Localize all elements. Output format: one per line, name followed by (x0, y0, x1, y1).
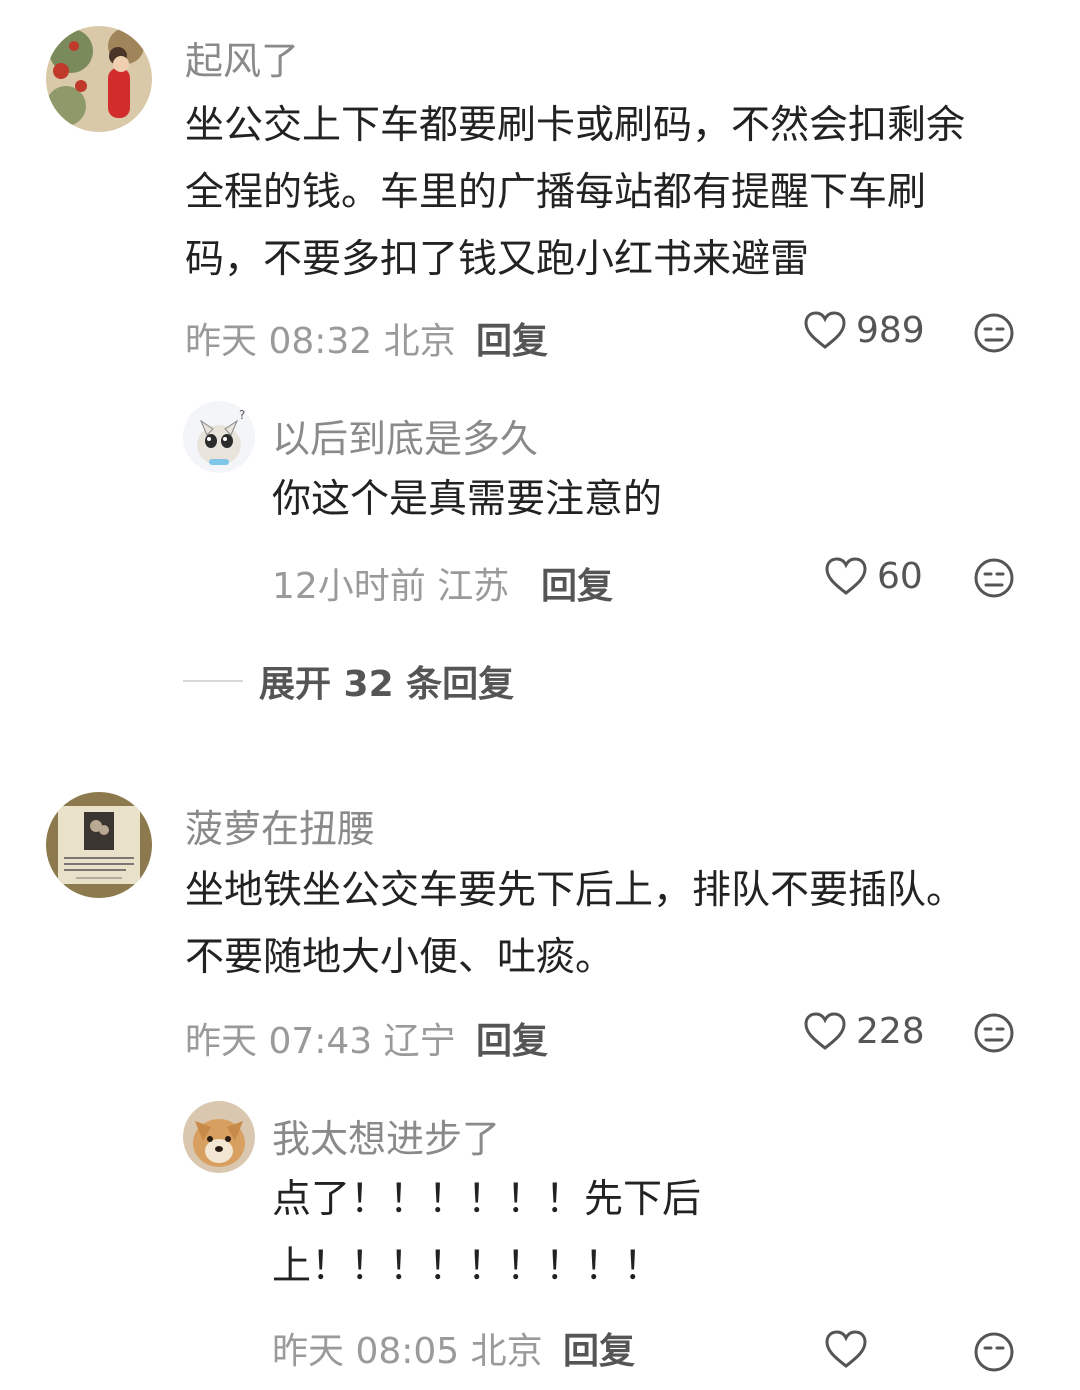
like-count: 228 (856, 1011, 925, 1052)
svg-text:?: ? (239, 408, 245, 422)
comment-text-line: 全程的钱。车里的广播每站都有提醒下车刷 (185, 170, 927, 215)
heart-outline-icon (825, 1330, 867, 1368)
divider (183, 680, 243, 682)
dislike-button[interactable] (974, 1013, 1014, 1057)
dislike-button[interactable] (974, 313, 1014, 357)
reply-button[interactable]: 回复 (541, 557, 613, 609)
dislike-button[interactable] (974, 1332, 1014, 1376)
comment-text-line: 码，不要多扣了钱又跑小红书来避雷 (185, 237, 810, 282)
like-button[interactable] (825, 1330, 867, 1370)
avatar[interactable] (183, 1101, 255, 1173)
neutral-face-icon (974, 1332, 1014, 1372)
like-button[interactable]: 989 (804, 310, 925, 351)
reply-button[interactable]: 回复 (476, 1012, 548, 1064)
heart-outline-icon (825, 556, 867, 595)
comment-meta: 12小时前 江苏 (272, 566, 510, 607)
comment-meta: 昨天 08:32 北京 (185, 321, 456, 362)
neutral-face-icon (974, 558, 1014, 598)
comment-text-line: 上！！！！！！！！！ (272, 1244, 663, 1289)
expand-replies-label: 展开 32 条回复 (259, 664, 515, 705)
heart-outline-icon (804, 1011, 846, 1050)
heart-outline-icon (804, 310, 846, 349)
comment-text: 坐公交上下车都要刷卡或刷码，不然会扣剩余 全程的钱。车里的广播每站都有提醒下车刷… (185, 92, 965, 293)
comment-text-line: 点了！！！！！！先下后 (272, 1177, 702, 1222)
dislike-button[interactable] (974, 558, 1014, 602)
comment-meta: 昨天 08:05 北京 (272, 1331, 543, 1372)
comment-text-line: 坐地铁坐公交车要先下后上，排队不要插队。 (185, 868, 966, 913)
username[interactable]: 起风了 (185, 30, 299, 85)
reply-button[interactable]: 回复 (563, 1322, 635, 1374)
username[interactable]: 我太想进步了 (272, 1108, 500, 1163)
like-button[interactable]: 228 (804, 1011, 925, 1052)
reply-button[interactable]: 回复 (476, 312, 548, 364)
like-count: 60 (877, 556, 923, 597)
username[interactable]: 以后到底是多久 (272, 408, 538, 463)
comment-text-line: 你这个是真需要注意的 (272, 477, 663, 522)
comment-text: 点了！！！！！！先下后 上！！！！！！！！！ (272, 1166, 701, 1300)
comment-text-line: 不要随地大小便、吐痰。 (185, 935, 615, 980)
avatar[interactable] (46, 792, 152, 898)
neutral-face-icon (974, 1013, 1014, 1053)
comment-text: 坐地铁坐公交车要先下后上，排队不要插队。 不要随地大小便、吐痰。 (185, 857, 965, 991)
avatar[interactable] (46, 26, 152, 132)
like-count: 989 (856, 310, 925, 351)
comment-text: 你这个是真需要注意的 (272, 466, 662, 533)
comment-meta: 昨天 07:43 辽宁 (185, 1021, 456, 1062)
comment-text-line: 坐公交上下车都要刷卡或刷码，不然会扣剩余 (185, 103, 966, 148)
neutral-face-icon (974, 313, 1014, 353)
like-button[interactable]: 60 (825, 556, 923, 597)
expand-replies-button[interactable]: 展开 32 条回复 (183, 655, 514, 707)
username[interactable]: 菠萝在扭腰 (185, 798, 375, 853)
avatar[interactable]: ? (183, 401, 255, 473)
